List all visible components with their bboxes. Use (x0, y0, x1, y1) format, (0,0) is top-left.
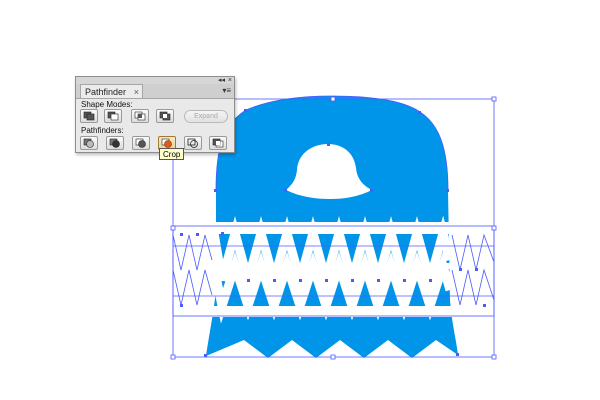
divide-icon (83, 138, 94, 148)
expand-button[interactable]: Expand (184, 110, 228, 123)
intersect-icon (134, 111, 146, 121)
divide-button[interactable] (80, 136, 98, 150)
unite-icon (83, 111, 95, 121)
exclude-button[interactable] (156, 109, 174, 123)
shape-modes-label: Shape Modes: (81, 100, 133, 109)
collapse-icon[interactable]: ◂◂ (218, 77, 225, 84)
minus-front-button[interactable] (104, 109, 122, 123)
pathfinders-label: Pathfinders: (81, 126, 124, 135)
minus-front-icon (107, 111, 119, 121)
close-panel-icon[interactable]: × (228, 77, 232, 84)
intersect-button[interactable] (131, 109, 149, 123)
ghost-shape[interactable] (206, 96, 458, 358)
trim-button[interactable] (106, 136, 124, 150)
trim-icon (109, 138, 120, 148)
minus-back-icon (212, 138, 224, 148)
minus-back-button[interactable] (209, 136, 227, 150)
tab-close-icon[interactable]: × (134, 85, 139, 99)
exclude-icon (159, 111, 171, 121)
tab-pathfinder[interactable]: Pathfinder × (80, 84, 144, 99)
merge-button[interactable] (132, 136, 150, 150)
artboard-canvas[interactable] (0, 0, 600, 400)
merge-icon (135, 138, 146, 148)
pathfinder-panel: ◂◂ × Pathfinder × ▾≡ Shape Modes: Expand… (75, 76, 235, 153)
crop-icon (161, 138, 172, 148)
panel-title-strip[interactable]: ◂◂ × (76, 77, 234, 84)
crop-tooltip: Crop (159, 148, 185, 160)
outline-button[interactable] (184, 136, 202, 150)
tab-label: Pathfinder (85, 87, 127, 97)
outline-icon (187, 138, 198, 148)
panel-tab-bar: Pathfinder × ▾≡ (76, 84, 234, 99)
unite-button[interactable] (80, 109, 98, 123)
panel-menu-icon[interactable]: ▾≡ (222, 85, 231, 97)
